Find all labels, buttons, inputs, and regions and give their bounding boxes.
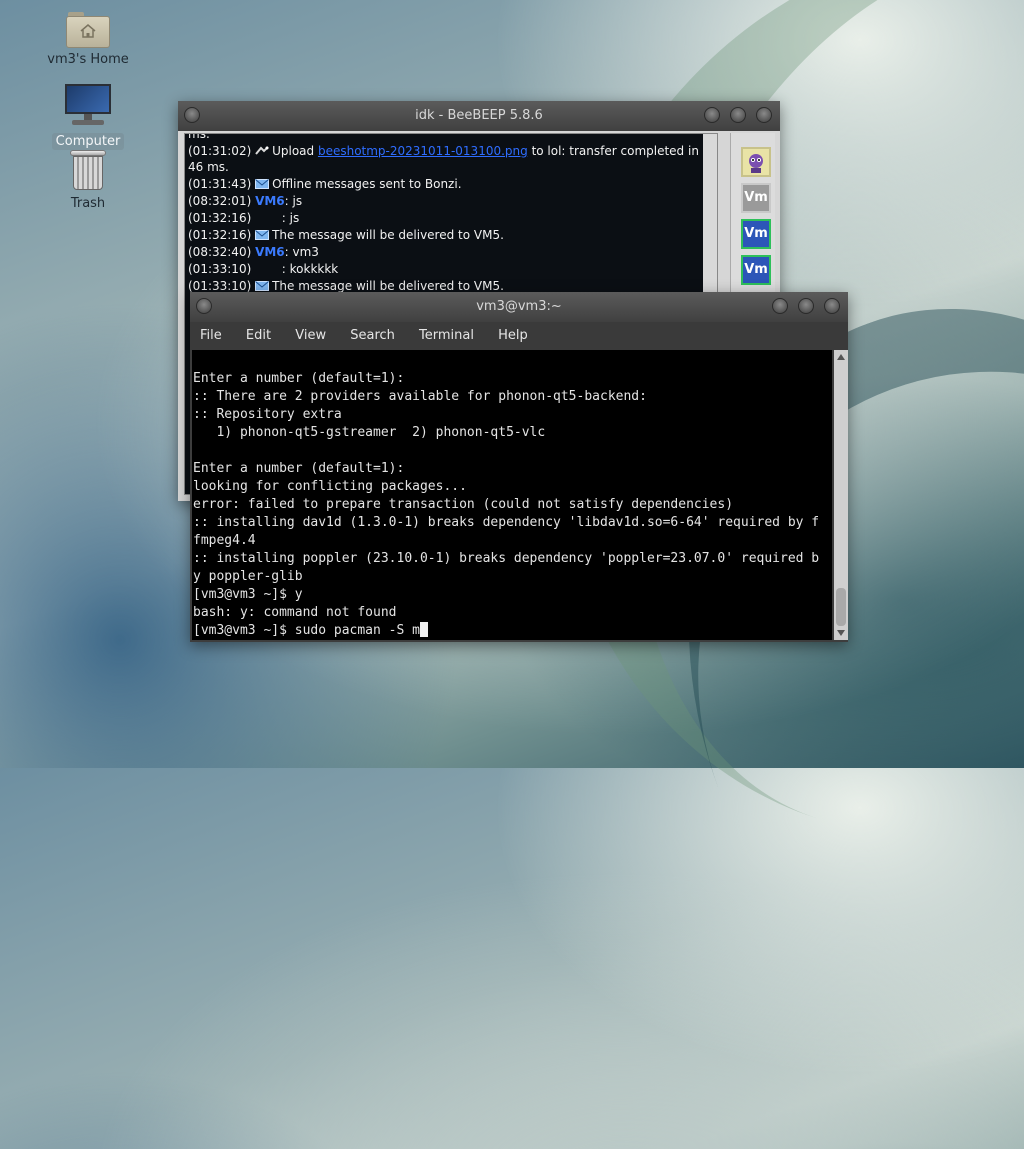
desktop-icon-trash[interactable]: Trash (43, 148, 133, 212)
chat-message: (01:32:16) The message will be delivered… (188, 227, 700, 243)
window-titlebar[interactable]: vm3@vm3:~ (190, 292, 848, 322)
terminal-line: Enter a number (default=1): (193, 461, 405, 476)
message-sender[interactable]: VM6 (255, 245, 285, 259)
message-text: : js (284, 194, 303, 208)
message-text: : vm3 (284, 245, 319, 259)
terminal-text: Enter a number (default=1): :: There are… (193, 370, 819, 640)
user-avatar[interactable]: Vm (741, 219, 771, 249)
user-avatar[interactable]: Vm (741, 183, 771, 213)
message-text: The message will be delivered to VM5. (272, 279, 504, 293)
desktop-icon-computer[interactable]: Computer (43, 82, 133, 150)
minimize-button[interactable] (772, 298, 788, 314)
terminal-line: looking for conflicting packages... (193, 479, 467, 494)
menu-file[interactable]: File (200, 322, 222, 350)
message-sender[interactable]: VM6 (255, 194, 285, 208)
maximize-button[interactable] (798, 298, 814, 314)
upload-icon (255, 146, 269, 155)
terminal-prompt[interactable]: [vm3@vm3 ~]$ sudo pacman -S m (193, 623, 420, 638)
terminal-line: error: failed to prepare transaction (co… (193, 497, 734, 512)
scroll-up-icon[interactable] (837, 354, 845, 360)
user-avatar-bonzi[interactable] (741, 147, 771, 177)
terminal-output[interactable]: Enter a number (default=1): :: There are… (192, 350, 832, 640)
user-avatar[interactable]: Vm (741, 255, 771, 285)
chat-message: (01:31:02) Upload beeshotmp-20231011-013… (188, 143, 700, 175)
close-button[interactable] (756, 107, 772, 123)
envelope-icon (255, 230, 270, 240)
desktop-icon-label: Trash (70, 196, 106, 211)
maximize-button[interactable] (730, 107, 746, 123)
window-title: vm3@vm3:~ (476, 299, 562, 314)
terminal-line: 1) phonon-qt5-gstreamer 2) phonon-qt5-vl… (216, 425, 546, 440)
message-timestamp: (01:31:02) (188, 144, 256, 158)
message-timestamp: (01:33:10) (188, 279, 256, 293)
trash-icon (68, 148, 108, 192)
menu-view[interactable]: View (295, 322, 326, 350)
terminal-line: [vm3@vm3 ~]$ y (193, 587, 303, 602)
chat-message: (01:31:43) Offline messages sent to Bonz… (188, 176, 700, 192)
bonzi-avatar-icon (749, 154, 763, 173)
menu-help[interactable]: Help (498, 322, 528, 350)
terminal-line: y poppler-glib (193, 569, 303, 584)
terminal-scrollbar[interactable] (834, 350, 848, 640)
window-title: idk - BeeBEEP 5.8.6 (415, 108, 543, 123)
menu-terminal[interactable]: Terminal (419, 322, 474, 350)
envelope-icon (255, 281, 270, 291)
message-text: Offline messages sent to Bonzi. (272, 177, 462, 191)
close-button[interactable] (824, 298, 840, 314)
minimize-button[interactable] (704, 107, 720, 123)
desktop-icon-label: vm3's Home (47, 52, 129, 67)
chat-message: (01:32:16) : js (188, 210, 700, 226)
chat-message: (08:32:40) VM6: vm3 (188, 244, 700, 260)
menu-search[interactable]: Search (350, 322, 395, 350)
menu-edit[interactable]: Edit (246, 322, 271, 350)
text-cursor (419, 622, 428, 637)
chat-message: (08:32:01) VM6: js (188, 193, 700, 209)
message-text: : kokkkkk (255, 262, 339, 276)
message-timestamp: (01:32:16) (188, 211, 256, 225)
chat-message: (01:33:10) : kokkkkk (188, 261, 700, 277)
terminal-line: :: Repository extra (193, 407, 342, 422)
message-text: The message will be delivered to VM5. (272, 228, 504, 242)
window-titlebar[interactable]: idk - BeeBEEP 5.8.6 (178, 101, 780, 131)
terminal-line: bash: y: command not found (193, 605, 397, 620)
terminal-line: fmpeg4.4 (193, 533, 256, 548)
file-link[interactable]: beeshotmp-20231011-013100.png (318, 144, 528, 158)
terminal-window[interactable]: vm3@vm3:~ File Edit View Search Terminal… (190, 292, 848, 642)
desktop-icon-home[interactable]: vm3's Home (43, 12, 133, 68)
envelope-icon (255, 179, 270, 189)
message-timestamp: (08:32:40) (188, 245, 256, 259)
home-folder-icon (66, 12, 110, 48)
terminal-line: :: installing dav1d (1.3.0-1) breaks dep… (193, 515, 820, 530)
terminal-line: :: There are 2 providers available for p… (193, 389, 647, 404)
message-text: Upload (272, 144, 318, 158)
message-text: ms. (188, 133, 210, 141)
terminal-line: :: installing poppler (23.10.0-1) breaks… (193, 551, 820, 566)
message-timestamp: (01:33:10) (188, 262, 256, 276)
message-text: : js (255, 211, 300, 225)
terminal-menubar: File Edit View Search Terminal Help (190, 322, 848, 350)
terminal-line: Enter a number (default=1): (193, 371, 405, 386)
message-timestamp: (01:32:16) (188, 228, 256, 242)
chat-message: ms. (188, 133, 700, 142)
scroll-down-icon[interactable] (837, 630, 845, 636)
message-timestamp: (08:32:01) (188, 194, 256, 208)
computer-icon (64, 82, 112, 130)
message-timestamp: (01:31:43) (188, 177, 256, 191)
chat-messages: ms. (01:31:02) Upload beeshotmp-20231011-… (188, 133, 700, 295)
scrollbar-thumb[interactable] (836, 588, 846, 626)
